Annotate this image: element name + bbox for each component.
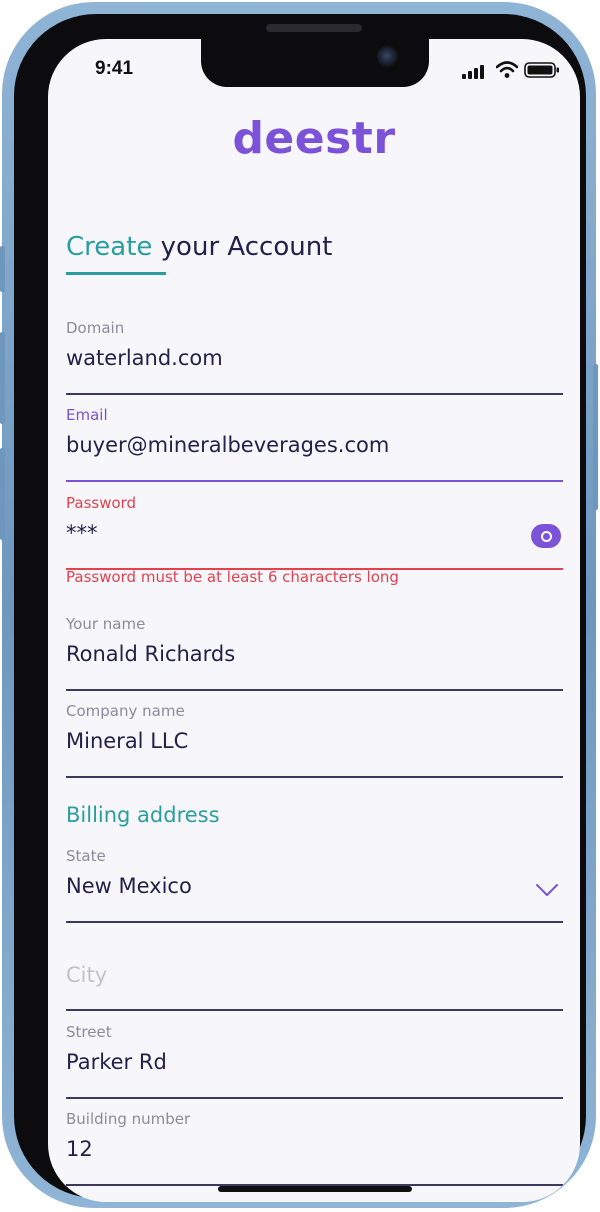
state-label: State (66, 847, 106, 865)
eye-icon[interactable] (531, 524, 561, 548)
page-title-accent: Create (66, 232, 153, 262)
building-number-input[interactable]: 12 (66, 1137, 93, 1161)
password-field[interactable]: Password *** (66, 494, 563, 570)
speaker-grille (266, 24, 362, 32)
status-icons (462, 61, 562, 79)
your-name-underline (66, 689, 563, 691)
your-name-field[interactable]: Your name Ronald Richards (66, 615, 563, 691)
app-screen: 9:41 deestr Create your Account Domain w… (48, 39, 580, 1202)
your-name-input[interactable]: Ronald Richards (66, 642, 235, 666)
domain-field[interactable]: Domain waterland.com (66, 319, 563, 395)
street-field[interactable]: Street Parker Rd (66, 1023, 563, 1099)
power-button (593, 364, 598, 510)
password-input[interactable]: *** (66, 521, 98, 545)
password-error-message: Password must be at least 6 characters l… (66, 568, 399, 586)
building-number-label: Building number (66, 1110, 191, 1128)
domain-label: Domain (66, 319, 125, 337)
company-name-label: Company name (66, 702, 185, 720)
app-logo: deestr (232, 113, 396, 164)
building-number-field[interactable]: Building number 12 (66, 1110, 563, 1186)
email-field[interactable]: Email buyer@mineralbeverages.com (66, 406, 563, 482)
phone-frame: 9:41 deestr Create your Account Domain w… (0, 2, 598, 1208)
city-field[interactable]: City (66, 925, 563, 1011)
email-label: Email (66, 406, 108, 424)
chevron-down-icon[interactable] (535, 883, 559, 897)
state-value[interactable]: New Mexico (66, 874, 192, 898)
your-name-label: Your name (66, 615, 146, 633)
city-input[interactable]: City (66, 963, 107, 987)
email-input[interactable]: buyer@mineralbeverages.com (66, 433, 389, 457)
domain-input[interactable]: waterland.com (66, 346, 223, 370)
billing-address-heading: Billing address (66, 803, 220, 827)
street-underline (66, 1097, 563, 1099)
action-button (0, 246, 5, 292)
domain-underline (66, 393, 563, 395)
state-select[interactable]: State New Mexico (66, 847, 563, 923)
status-time: 9:41 (95, 58, 134, 79)
page-title: Create your Account (66, 232, 332, 262)
phone-bezel: 9:41 deestr Create your Account Domain w… (14, 14, 586, 1202)
email-underline (66, 480, 563, 482)
volume-down-button (0, 448, 5, 540)
password-label: Password (66, 494, 137, 512)
volume-up-button (0, 332, 5, 424)
company-name-field[interactable]: Company name Mineral LLC (66, 702, 563, 778)
company-name-input[interactable]: Mineral LLC (66, 729, 188, 753)
home-indicator[interactable] (218, 1186, 412, 1192)
city-underline (66, 1009, 563, 1011)
page-title-rest: your Account (152, 232, 333, 262)
camera-icon (377, 46, 399, 68)
battery-icon (524, 62, 559, 78)
street-input[interactable]: Parker Rd (66, 1050, 167, 1074)
camera-notch (201, 39, 429, 87)
wifi-icon (496, 61, 518, 78)
company-name-underline (66, 776, 563, 778)
title-underline (66, 272, 166, 275)
street-label: Street (66, 1023, 112, 1041)
state-underline (66, 921, 563, 923)
